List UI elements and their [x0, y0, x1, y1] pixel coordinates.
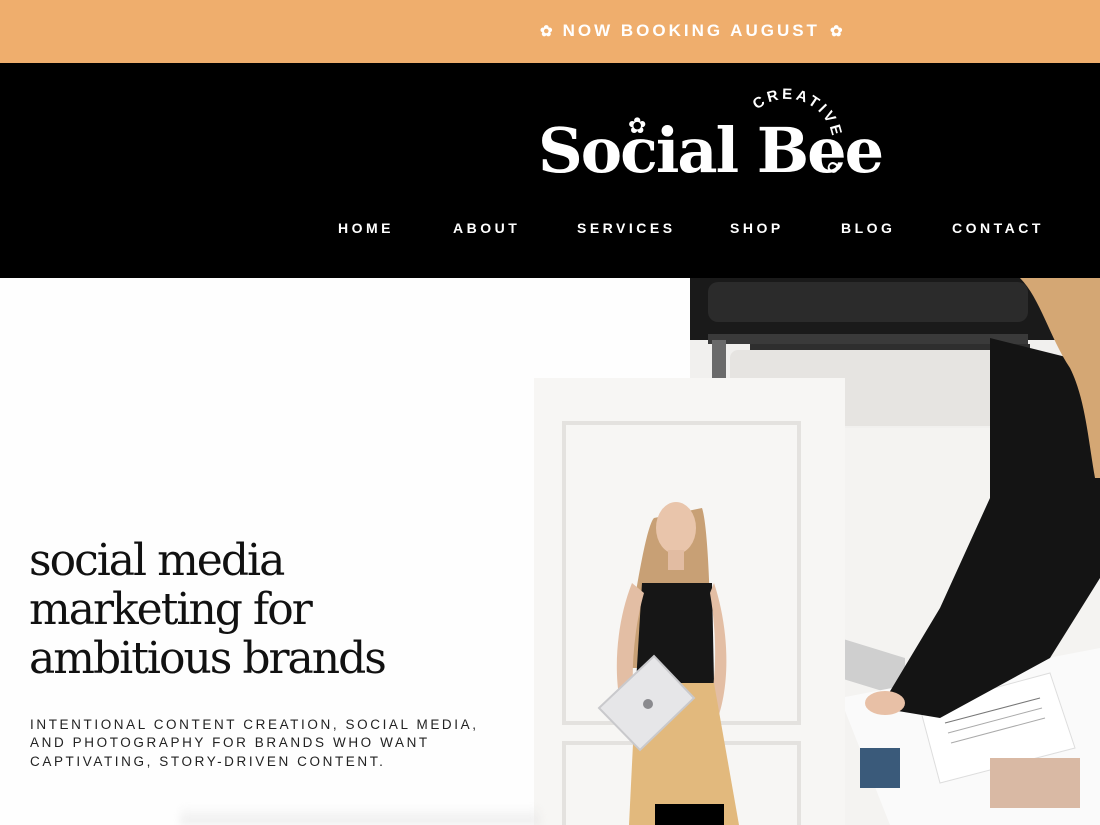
logo-arc-badge: CREATIVE CO	[750, 88, 845, 179]
cta-button[interactable]	[655, 804, 724, 825]
nav-blog[interactable]: BLOG	[841, 220, 895, 236]
decorative-shadow	[180, 805, 540, 825]
nav-contact[interactable]: CONTACT	[952, 220, 1044, 236]
announcement-content[interactable]: ✿ NOW BOOKING AUGUST ✿	[540, 18, 843, 44]
nav-services[interactable]: SERVICES	[577, 220, 676, 236]
announcement-bar[interactable]: ✿ NOW BOOKING AUGUST ✿	[0, 0, 1100, 63]
hero-photo-portrait	[534, 378, 845, 825]
hero-subtitle: INTENTIONAL CONTENT CREATION, SOCIAL MED…	[30, 716, 479, 769]
announcement-text: NOW BOOKING AUGUST	[562, 21, 820, 40]
logo-arc-text: CREATIVE CO	[750, 88, 844, 179]
main-nav: HOME ABOUT SERVICES SHOP BLOG CONTACT	[0, 220, 1100, 242]
nav-home[interactable]: HOME	[338, 220, 394, 236]
svg-text:CREATIVE CO: CREATIVE CO	[750, 88, 845, 179]
hero-title: social media marketing for ambitious bra…	[29, 535, 387, 684]
flower-icon: ✿	[829, 23, 843, 40]
nav-shop[interactable]: SHOP	[730, 220, 784, 236]
logo-flower-icon: ✿	[628, 113, 647, 138]
flower-icon: ✿	[540, 23, 553, 40]
nav-about[interactable]: ABOUT	[453, 220, 520, 236]
page: ✿ NOW BOOKING AUGUST ✿ Social Bee ✿ CREA…	[0, 0, 1100, 825]
